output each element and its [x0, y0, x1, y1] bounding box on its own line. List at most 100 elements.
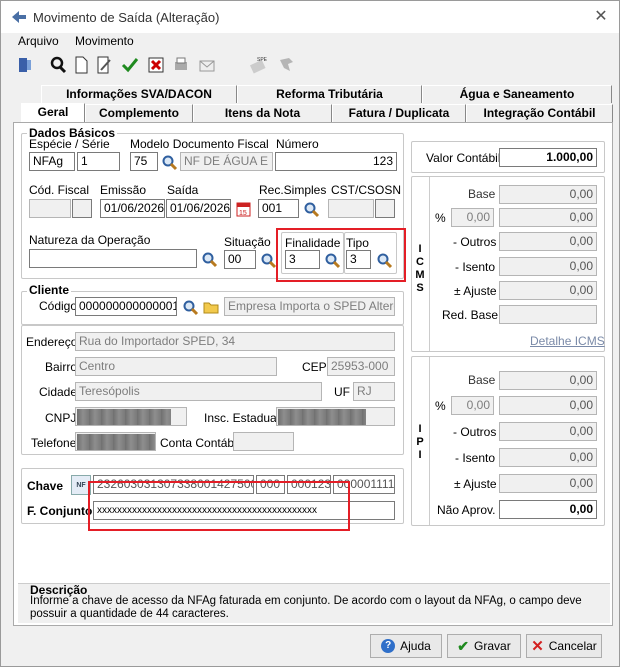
natureza-search-icon[interactable] — [199, 249, 219, 269]
cst-button[interactable] — [375, 199, 395, 218]
conta-contabil-label: Conta Contábil — [160, 436, 240, 450]
tab-integracao-contabil[interactable]: Integração Contábil — [466, 104, 613, 122]
tab-reforma-tributaria[interactable]: Reforma Tributária — [237, 85, 422, 103]
window-title: Movimento de Saída (Alteração) — [33, 10, 220, 25]
icms-isento-field[interactable]: 0,00 — [499, 257, 597, 276]
svg-text:15: 15 — [239, 210, 247, 217]
natureza-field[interactable] — [29, 249, 197, 268]
cliente-search-icon[interactable] — [180, 297, 200, 317]
rec-simples-field[interactable]: 001 — [258, 199, 299, 218]
rec-simples-label: Rec.Simples — [259, 183, 327, 197]
modelo-code-field[interactable]: 75 — [130, 152, 158, 171]
modelo-label: Modelo Documento Fiscal — [130, 137, 269, 151]
codigo-field[interactable]: 0000000000000016 — [75, 297, 177, 316]
mail-icon[interactable] — [196, 53, 218, 77]
icms-red-base-label: Red. Base — [442, 308, 499, 322]
icms-ajuste-field[interactable]: 0,00 — [499, 281, 597, 300]
ipi-ajuste-field[interactable]: 0,00 — [499, 474, 597, 493]
telefone-label: Telefone — [31, 436, 77, 450]
cep-field: 25953-000 — [327, 357, 395, 376]
sped-icon[interactable]: SPED — [247, 53, 269, 77]
ajuda-button[interactable]: ? Ajuda — [370, 634, 442, 658]
emissao-field[interactable]: 01/06/2026 — [100, 199, 165, 218]
delete-icon[interactable] — [145, 53, 167, 77]
icms-pct-value: 0,00 — [499, 208, 597, 227]
gravar-button[interactable]: ✔ Gravar — [447, 634, 521, 658]
icms-base-field[interactable]: 0,00 — [499, 185, 597, 204]
edit-icon[interactable] — [93, 53, 115, 77]
serie-field[interactable]: 1 — [77, 152, 120, 171]
nao-aprov-field[interactable]: 0,00 — [499, 500, 597, 519]
situacao-field[interactable]: 00 — [224, 250, 256, 269]
toolbar: SPED — [13, 51, 613, 79]
cst-label: CST/CSOSN — [331, 183, 402, 197]
cancelar-button[interactable]: ✕ Cancelar — [526, 634, 602, 658]
new-document-icon[interactable] — [70, 53, 92, 77]
icms-base-label: Base — [468, 187, 496, 201]
menu-movimento[interactable]: Movimento — [75, 34, 134, 48]
ipi-pct-field[interactable]: 0,00 — [451, 396, 494, 415]
tab-fatura-duplicata[interactable]: Fatura / Duplicata — [332, 104, 466, 122]
numero-label: Número — [276, 137, 319, 151]
icms-outros-label: - Outros — [453, 235, 497, 249]
conta-contabil-field — [233, 432, 294, 451]
tab-itens-da-nota[interactable]: Itens da Nota — [193, 104, 332, 122]
telefone-redacted — [77, 434, 155, 450]
conjunto-label: F. Conjunto — [27, 504, 93, 518]
icms-outros-field[interactable]: 0,00 — [499, 232, 597, 251]
cidade-field: Teresópolis — [75, 382, 322, 401]
saida-field[interactable]: 01/06/2026 — [166, 199, 231, 218]
insc-estadual-redacted — [278, 409, 366, 425]
ipi-pct-value: 0,00 — [499, 396, 597, 415]
icms-red-base-field[interactable] — [499, 305, 597, 324]
numero-field[interactable]: 123 — [275, 152, 397, 171]
tab-agua-saneamento[interactable]: Água e Saneamento — [422, 85, 612, 103]
uf-field: RJ — [353, 382, 395, 401]
cidade-label: Cidade — [39, 385, 78, 399]
ajuda-label: Ajuda — [400, 639, 431, 653]
emissao-label: Emissão — [100, 183, 147, 197]
folder-icon[interactable] — [201, 297, 221, 317]
codigo-label: Código — [39, 299, 78, 313]
dragon-icon[interactable] — [275, 53, 297, 77]
close-button[interactable]: ✕ — [587, 6, 615, 28]
cst-field[interactable] — [328, 199, 374, 218]
cod-fiscal-button[interactable] — [72, 199, 92, 218]
cancelar-label: Cancelar — [548, 639, 597, 653]
ipi-label-text: IPI — [416, 423, 424, 461]
exit-icon[interactable] — [15, 53, 37, 77]
check-icon: ✔ — [457, 637, 470, 654]
cliente-nome-field: Empresa Importa o SPED Alterdata — [224, 297, 395, 316]
icms-pct-field[interactable]: 0,00 — [451, 208, 494, 227]
icms-label-text: ICMS — [415, 243, 425, 294]
icms-divider — [429, 177, 430, 351]
descricao-text: Informe a chave de acesso da NFAg fatura… — [30, 595, 582, 620]
ipi-isento-field[interactable]: 0,00 — [499, 448, 597, 467]
cliente-title: Cliente — [27, 283, 72, 297]
cod-fiscal-field[interactable] — [29, 199, 71, 218]
modelo-search-icon[interactable] — [159, 152, 179, 172]
calendar-icon[interactable]: 15 — [233, 199, 253, 219]
tab-complemento[interactable]: Complemento — [85, 104, 193, 122]
menu-arquivo[interactable]: Arquivo — [18, 34, 59, 48]
tab-strip: Informações SVA/DACON Reforma Tributária… — [13, 85, 613, 123]
rec-simples-search-icon[interactable] — [301, 199, 321, 219]
situacao-search-icon[interactable] — [258, 250, 278, 270]
ipi-ajuste-label: ± Ajuste — [454, 477, 497, 491]
search-icon[interactable] — [47, 53, 69, 77]
situacao-label: Situação — [224, 235, 271, 249]
especie-field[interactable]: NFAg — [29, 152, 75, 171]
bairro-field: Centro — [75, 357, 277, 376]
tab-geral[interactable]: Geral — [21, 103, 85, 123]
confirm-icon[interactable] — [119, 53, 141, 77]
icms-isento-label: - Isento — [455, 260, 496, 274]
valor-contabil-field[interactable]: 1.000,00 — [499, 148, 597, 167]
ipi-outros-field[interactable]: 0,00 — [499, 422, 597, 441]
endereco-field: Rua do Importador SPED, 34 — [75, 332, 395, 351]
natureza-label: Natureza da Operação — [29, 233, 151, 247]
ipi-base-field[interactable]: 0,00 — [499, 371, 597, 390]
print-icon[interactable] — [170, 53, 192, 77]
detalhe-icms-link[interactable]: Detalhe ICMS — [530, 334, 605, 348]
tab-sva-dacon[interactable]: Informações SVA/DACON — [41, 85, 237, 103]
cep-label: CEP — [302, 360, 327, 374]
